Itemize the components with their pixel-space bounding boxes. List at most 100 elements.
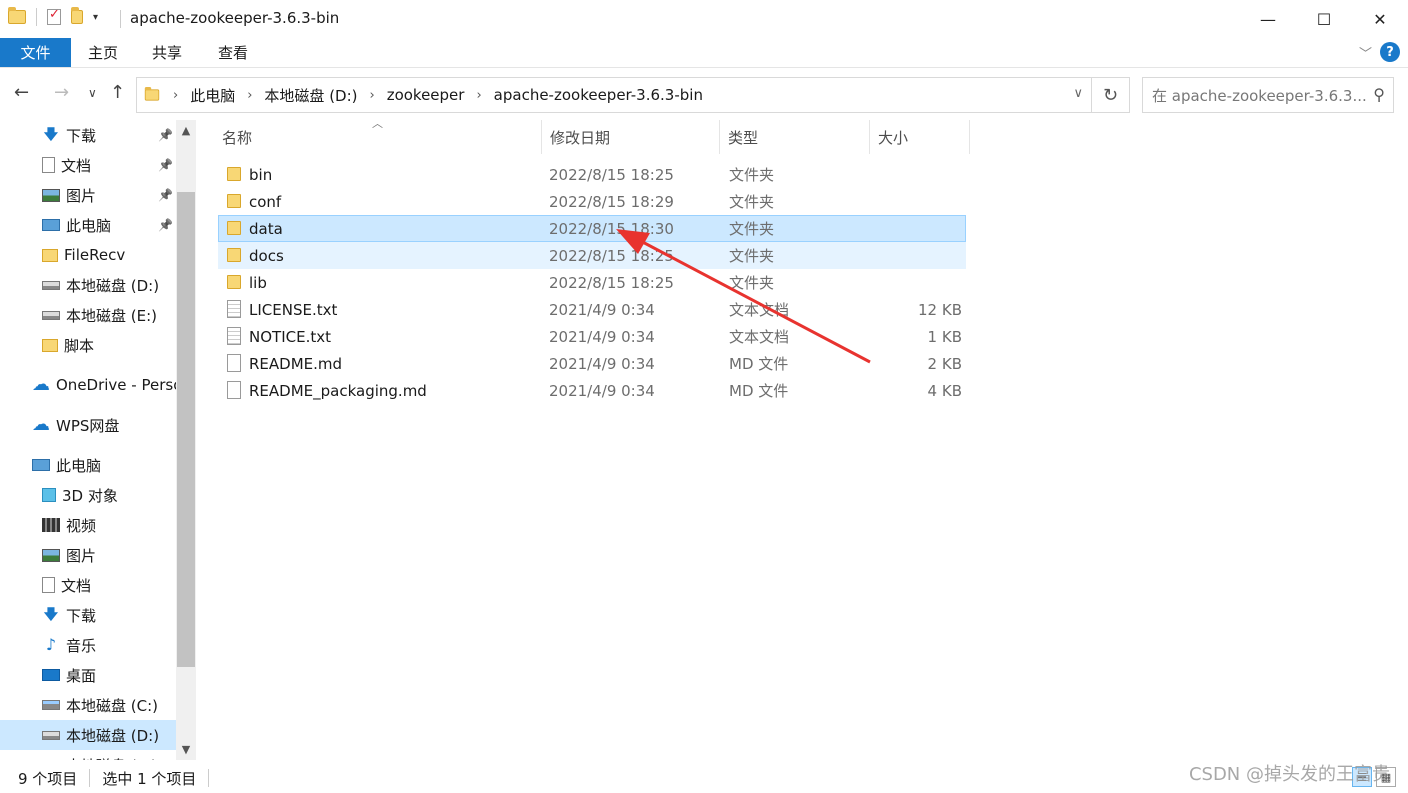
column-header-type[interactable]: 类型 (720, 120, 870, 154)
search-input[interactable]: 在 apache-zookeeper-3.6.3... ⚲ (1142, 77, 1394, 113)
sidebar-item-label: 视频 (66, 516, 97, 535)
breadcrumb-this-pc[interactable]: 此电脑 (190, 85, 235, 106)
picture-icon (42, 548, 60, 562)
navigation-pane-scrollbar[interactable]: ▲ ▼ (176, 120, 196, 760)
sidebar-item[interactable]: 3D 对象 (0, 480, 176, 510)
sidebar-item-label: 文档 (61, 576, 92, 595)
sidebar-item[interactable]: 文档 (0, 570, 176, 600)
tab-home[interactable]: 主页 (88, 38, 118, 67)
scrollbar-thumb[interactable] (177, 192, 195, 667)
column-header-name[interactable]: 名称 (214, 120, 542, 154)
file-row[interactable]: conf 2022/8/15 18:29 文件夹 (218, 188, 966, 215)
expand-ribbon-icon[interactable]: ﹀ (1359, 43, 1372, 62)
file-type: MD 文件 (729, 382, 789, 400)
file-row[interactable]: README.md 2021/4/9 0:34 MD 文件 2 KB (218, 350, 966, 377)
file-row[interactable]: NOTICE.txt 2021/4/9 0:34 文本文档 1 KB (218, 323, 966, 350)
pin-icon[interactable]: 📌 (158, 158, 173, 172)
sidebar-item-label: 图片 (66, 546, 97, 565)
customize-toolbar-dropdown-icon[interactable]: ▾ (93, 12, 98, 23)
sidebar-item[interactable]: 本地磁盘 (E:) (0, 300, 176, 330)
tab-view[interactable]: 查看 (218, 38, 248, 67)
recent-locations-icon[interactable]: ∨ (88, 86, 97, 100)
sidebar-item[interactable]: 本地磁盘 (D:) (0, 720, 176, 750)
chevron-right-icon[interactable]: › (476, 88, 481, 103)
properties-icon[interactable] (47, 7, 61, 25)
minimize-button[interactable]: — (1240, 0, 1296, 38)
3d-objects-icon (42, 488, 56, 502)
file-row[interactable]: README_packaging.md 2021/4/9 0:34 MD 文件 4 K… (218, 377, 966, 404)
sidebar-item[interactable]: 脚本 (0, 330, 176, 360)
file-modified-date: 2021/4/9 0:34 (549, 354, 655, 373)
forward-arrow-icon[interactable]: → (54, 82, 69, 103)
close-button[interactable]: ✕ (1352, 0, 1408, 38)
download-icon: 🡇 (43, 607, 59, 623)
file-icon (227, 327, 241, 345)
column-header-size[interactable]: 大小 (870, 120, 970, 154)
sidebar-item[interactable]: 图片 (0, 540, 176, 570)
sidebar-item-label: 本地磁盘 (D:) (66, 726, 160, 745)
scroll-up-icon[interactable]: ▲ (176, 124, 196, 137)
address-bar[interactable]: › 此电脑 › 本地磁盘 (D:) › zookeeper › apache-z… (136, 77, 1092, 113)
breadcrumb-drive-d[interactable]: 本地磁盘 (D:) (264, 85, 357, 106)
file-row[interactable]: lib 2022/8/15 18:25 文件夹 (218, 269, 966, 296)
sidebar-item[interactable]: ♪ 音乐 (0, 630, 176, 660)
new-folder-icon[interactable] (71, 7, 83, 24)
file-size: 1 KB (927, 327, 962, 346)
sidebar-item-label: 图片 (66, 186, 97, 205)
sidebar-item-label: 本地磁盘 (D:) (66, 276, 160, 295)
chevron-right-icon[interactable]: › (247, 88, 252, 103)
search-placeholder: 在 apache-zookeeper-3.6.3... (1152, 86, 1367, 105)
address-history-dropdown-icon[interactable]: ∨ (1073, 86, 1083, 101)
sidebar-item[interactable]: 本地磁盘 (C:) (0, 690, 176, 720)
pin-icon[interactable]: 📌 (158, 128, 173, 142)
ribbon-right-controls: ﹀ ? (1359, 42, 1400, 62)
file-type: 文件夹 (729, 166, 775, 184)
tab-share[interactable]: 共享 (152, 38, 182, 67)
back-arrow-icon[interactable]: ← (14, 82, 29, 103)
sidebar-item[interactable]: 桌面 (0, 660, 176, 690)
sidebar-item[interactable]: 此电脑 (0, 450, 176, 480)
file-type: MD 文件 (729, 355, 789, 373)
navigation-pane: 🡇 下载 📌 文档 📌 图片 📌 此电脑 📌 FileRecv 本地磁盘 (D:) 本地磁盘 (E:)… (0, 120, 196, 760)
refresh-button[interactable]: ↻ (1092, 77, 1130, 113)
file-row[interactable]: LICENSE.txt 2021/4/9 0:34 文本文档 12 KB (218, 296, 966, 323)
up-arrow-icon[interactable]: ↑ (110, 82, 125, 103)
sidebar-item[interactable]: 视频 (0, 510, 176, 540)
file-row[interactable]: bin 2022/8/15 18:25 文件夹 (218, 161, 966, 188)
folder-icon (42, 248, 58, 262)
column-headers: ︿ 名称 修改日期 类型 大小 (196, 117, 976, 154)
sidebar-item[interactable]: 图片 📌 (0, 180, 176, 210)
sidebar-item[interactable]: FileRecv (0, 240, 176, 270)
file-modified-date: 2022/8/15 18:29 (549, 192, 674, 211)
column-header-date[interactable]: 修改日期 (542, 120, 720, 154)
chevron-right-icon[interactable]: › (370, 88, 375, 103)
folder-icon (42, 338, 58, 352)
drive-icon (42, 310, 60, 320)
file-modified-date: 2021/4/9 0:34 (549, 327, 655, 346)
sidebar-item[interactable]: 🡇 下载 (0, 600, 176, 630)
cloud-icon: ☁ (32, 374, 50, 395)
pin-icon[interactable]: 📌 (158, 188, 173, 202)
maximize-button[interactable]: ☐ (1296, 0, 1352, 38)
file-name: conf (249, 192, 282, 211)
sidebar-item[interactable]: 此电脑 📌 (0, 210, 176, 240)
tab-file[interactable]: 文件 (0, 38, 71, 67)
sidebar-item[interactable]: 本地磁盘 (E:) (0, 750, 176, 761)
breadcrumb-current-folder[interactable]: apache-zookeeper-3.6.3-bin (494, 86, 703, 104)
sidebar-item[interactable]: 🡇 下载 📌 (0, 120, 176, 150)
sidebar-item-label: 3D 对象 (62, 486, 118, 505)
folder-icon (144, 87, 160, 101)
sidebar-item[interactable]: 本地磁盘 (D:) (0, 270, 176, 300)
help-icon[interactable]: ? (1380, 42, 1400, 62)
search-icon[interactable]: ⚲ (1373, 85, 1385, 104)
file-row[interactable]: docs 2022/8/15 18:25 文件夹 (218, 242, 966, 269)
pin-icon[interactable]: 📌 (158, 218, 173, 232)
breadcrumb-zookeeper[interactable]: zookeeper (387, 86, 465, 104)
sidebar-item[interactable]: ☁ OneDrive - Perso (0, 370, 176, 400)
sidebar-item[interactable]: 文档 📌 (0, 150, 176, 180)
file-row[interactable]: data 2022/8/15 18:30 文件夹 (218, 215, 966, 242)
sidebar-item[interactable]: ☁ WPS网盘 (0, 410, 176, 440)
chevron-right-icon[interactable]: › (173, 88, 178, 103)
file-name: lib (249, 273, 267, 292)
scroll-down-icon[interactable]: ▼ (176, 743, 196, 756)
